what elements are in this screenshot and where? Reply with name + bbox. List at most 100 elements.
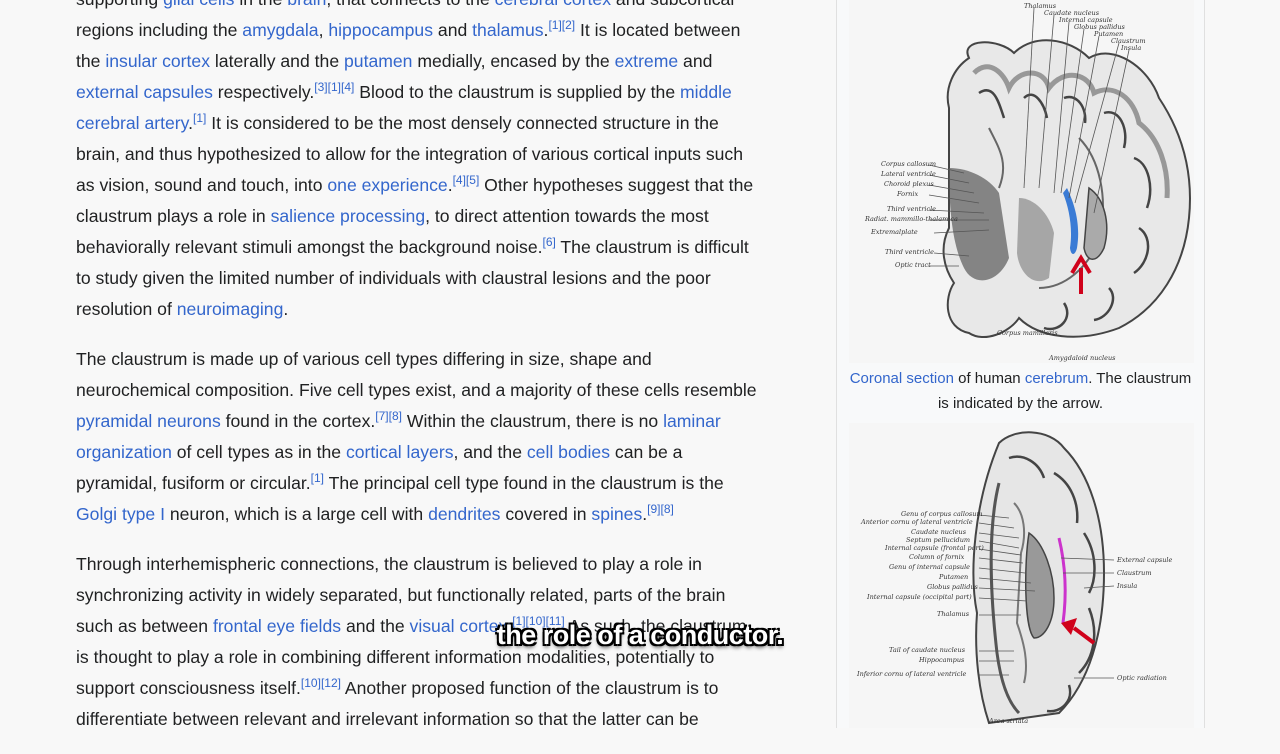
link-amygdala[interactable]: amygdala	[242, 20, 318, 40]
text: The principal cell type found in the cla…	[324, 473, 724, 493]
citation[interactable]: [4][5]	[453, 173, 480, 187]
text: regions including the	[76, 20, 243, 40]
text: found in the cortex.	[220, 411, 376, 431]
text: ,	[318, 20, 329, 40]
link-cerebral-cortex[interactable]: cerebral cortex	[495, 0, 611, 9]
text: Blood to the claustrum is supplied by th…	[354, 82, 680, 102]
link-brain[interactable]: brain	[287, 0, 326, 9]
link-insular-cortex[interactable]: insular cortex	[105, 51, 210, 71]
figure-label: Corpus callosum	[881, 160, 936, 168]
text: synchronizing activity in widely separat…	[76, 585, 726, 605]
figure-label: Corpus mamillaris	[997, 329, 1058, 337]
text: support consciousness itself.	[76, 678, 301, 698]
link-golgi-type-i[interactable]: Golgi type I	[76, 504, 165, 524]
figure-label: Amygdaloid nucleus	[1048, 354, 1116, 362]
text: Within the claustrum, there is no	[401, 411, 664, 431]
citation[interactable]: [6]	[543, 235, 556, 249]
text: of human	[953, 370, 1025, 387]
text: The claustrum is difficult	[555, 237, 749, 257]
figure-label: Septum pellucidum	[906, 536, 970, 544]
text: as vision, sound and touch, into	[76, 175, 328, 195]
figure-label: External capsule	[1116, 556, 1172, 564]
citation[interactable]: [10][12]	[301, 676, 341, 690]
text: , to direct attention towards the most	[425, 206, 709, 226]
figure-label: Extremalplate	[870, 228, 918, 236]
text: .	[283, 299, 289, 319]
figure-label: Putamen	[938, 573, 968, 581]
figure-label: Genu of corpus callosum	[901, 510, 983, 518]
link-laminar-organization[interactable]: laminar	[663, 411, 721, 431]
link-cerebrum[interactable]: cerebrum	[1025, 370, 1088, 387]
link-external-capsules[interactable]: external capsules	[76, 82, 213, 102]
link-cortical-layers[interactable]: cortical layers	[346, 442, 454, 462]
link-cell-bodies[interactable]: cell bodies	[527, 442, 610, 462]
figure-label: Optic tract	[895, 261, 931, 269]
link-one-experience[interactable]: one experience	[327, 175, 447, 195]
link-extreme-capsule[interactable]: extreme	[615, 51, 679, 71]
text: It is located between	[575, 20, 741, 40]
figure-label: Hippocampus	[918, 656, 965, 664]
figure-label: Internal capsule (occipital part)	[866, 593, 972, 601]
video-subtitle: the role of a conductor.	[496, 620, 784, 650]
link-neuroimaging[interactable]: neuroimaging	[177, 299, 284, 319]
link-thalamus[interactable]: thalamus	[472, 20, 543, 40]
figure-label: Thalamus	[937, 610, 970, 618]
paragraph-location: supporting glial cells in the brain, tha…	[76, 0, 821, 325]
text: to study given the limited number of ind…	[76, 268, 711, 288]
figure-label: Insula	[1120, 44, 1141, 52]
figure-label: Optic radiation	[1117, 674, 1167, 682]
link-glial-cells[interactable]: glial cells	[163, 0, 234, 9]
horizontal-section-figure[interactable]: Genu of corpus callosum Anterior cornu o…	[849, 423, 1194, 728]
text: claustrum plays a role in	[76, 206, 271, 226]
link-dendrites[interactable]: dendrites	[428, 504, 500, 524]
figure-label: Third ventricle	[885, 248, 934, 256]
link-middle-cerebral-artery[interactable]: middle	[680, 82, 732, 102]
figure-label: Caudate nucleus	[911, 528, 967, 536]
text: neurochemical composition. Five cell typ…	[76, 380, 757, 400]
text: Other hypotheses suggest that the	[479, 175, 754, 195]
text: the	[76, 51, 106, 71]
coronal-section-figure[interactable]: Thalamus Caudate nucleus Internal capsul…	[849, 0, 1194, 363]
figure-label: Genu of internal capsule	[889, 563, 970, 571]
paragraph-structure: The claustrum is made up of various cell…	[76, 344, 821, 530]
text: laterally and the	[210, 51, 344, 71]
text: respectively.	[212, 82, 315, 102]
text: , that connects to the	[326, 0, 494, 9]
figure-label: Internal capsule (frontal part)	[884, 544, 984, 552]
figure-label: Area striata	[988, 717, 1028, 725]
figure-label: Claustrum	[1117, 569, 1152, 577]
text: pyramidal, fusiform or circular.	[76, 473, 311, 493]
citation[interactable]: [3][1][4]	[314, 80, 354, 94]
text: and subcortical	[611, 0, 734, 9]
link-laminar-organization[interactable]: organization	[76, 442, 172, 462]
citation[interactable]: [1][2]	[548, 18, 575, 32]
text: can be a	[610, 442, 683, 462]
figure-caption: Coronal section of human cerebrum. The c…	[847, 366, 1194, 416]
citation[interactable]: [7][8]	[375, 409, 402, 423]
figure-label: Fornix	[896, 190, 918, 198]
text: resolution of	[76, 299, 177, 319]
citation[interactable]: [9][8]	[647, 502, 674, 516]
link-pyramidal-neurons[interactable]: pyramidal neurons	[76, 411, 221, 431]
figure-label: Lateral ventricle	[880, 170, 936, 178]
citation[interactable]: [1]	[193, 111, 206, 125]
link-middle-cerebral-artery[interactable]: cerebral artery	[76, 113, 188, 133]
link-coronal-section[interactable]: Coronal section	[850, 370, 954, 387]
text: , and the	[453, 442, 527, 462]
link-spines[interactable]: spines	[591, 504, 642, 524]
text: It is considered to be the most densely …	[206, 113, 719, 133]
text: Through interhemispheric connections, th…	[76, 554, 702, 574]
figure-label: Column of fornix	[909, 553, 965, 561]
link-putamen[interactable]: putamen	[344, 51, 412, 71]
figure-label: Choroid plexus	[884, 180, 934, 188]
figure-label: Globus pallidus	[927, 583, 979, 591]
citation[interactable]: [1]	[311, 471, 324, 485]
text: of cell types as in the	[171, 442, 346, 462]
infobox: Thalamus Caudate nucleus Internal capsul…	[836, 0, 1205, 728]
text: in the	[234, 0, 287, 9]
text: neuron, which is a large cell with	[165, 504, 429, 524]
link-salience-processing[interactable]: salience processing	[271, 206, 426, 226]
figure-label: Anterior cornu of lateral ventricle	[860, 518, 973, 526]
link-hippocampus[interactable]: hippocampus	[328, 20, 433, 40]
figure-label: Inferior cornu of lateral ventricle	[856, 670, 967, 678]
